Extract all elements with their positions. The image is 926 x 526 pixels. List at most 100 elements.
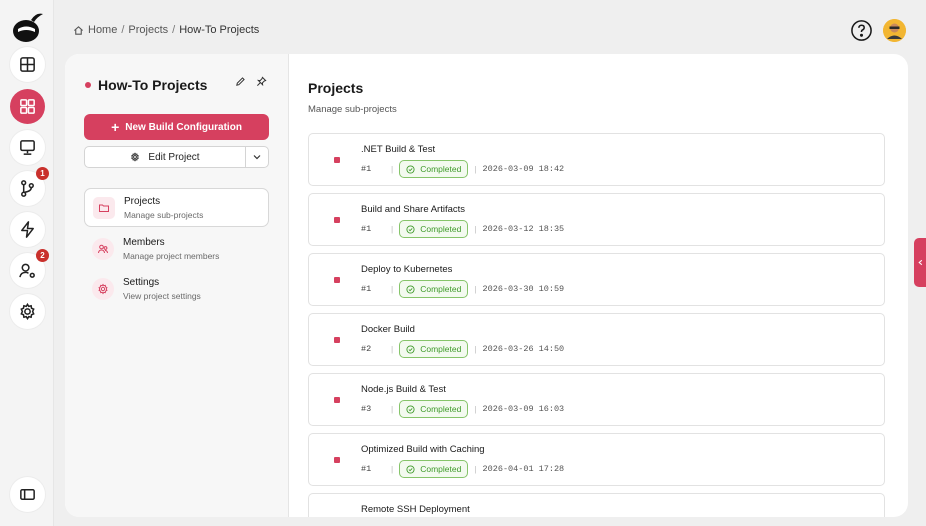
- nav-icon-wrap: [92, 277, 114, 300]
- git-branch-icon: [21, 180, 34, 197]
- status-label: Completed: [420, 224, 462, 234]
- divider: |: [391, 464, 394, 474]
- status-label: Completed: [420, 164, 462, 174]
- breadcrumb-projects[interactable]: Projects: [128, 24, 168, 36]
- divider: |: [474, 164, 477, 174]
- page-title: Projects: [308, 80, 364, 96]
- divider: |: [474, 344, 477, 354]
- user-notification-badge: 2: [36, 249, 49, 262]
- edit-project-group: Edit Project: [84, 146, 269, 168]
- timestamp: 2026-03-30 10:59: [482, 284, 565, 294]
- nav-text: Settings View project settings: [123, 277, 201, 301]
- projects-grid-icon: [20, 99, 35, 114]
- status-label: Completed: [420, 464, 462, 474]
- timestamp: 2026-03-09 18:42: [482, 164, 565, 174]
- check-circle-icon: [406, 224, 415, 234]
- status-badge: Completed: [399, 220, 469, 238]
- edit-pencil-icon[interactable]: [235, 76, 246, 87]
- list-item[interactable]: Build and Share Artifacts #1 | Completed…: [308, 193, 885, 246]
- nav-item-members[interactable]: Members Manage project members: [84, 229, 269, 268]
- app-logo-icon[interactable]: [9, 9, 45, 45]
- project-name: How-To Projects: [98, 77, 208, 93]
- sidebar-toggle-icon: [20, 488, 35, 501]
- nav-text: Members Manage project members: [123, 237, 219, 261]
- edit-project-button[interactable]: Edit Project: [85, 147, 246, 167]
- collapse-panel-tab[interactable]: [914, 238, 926, 287]
- nav-icon-wrap: [93, 196, 115, 219]
- nav-item-projects[interactable]: Projects Manage sub-projects: [84, 188, 269, 227]
- list-item[interactable]: Node.js Build & Test #3 | Completed | 20…: [308, 373, 885, 426]
- list-item[interactable]: Deploy to Kubernetes #1 | Completed | 20…: [308, 253, 885, 306]
- list-item[interactable]: Docker Build #2 | Completed | 2026-03-26…: [308, 313, 885, 366]
- run-number: #1: [361, 464, 372, 474]
- dashboard-icon: [20, 57, 35, 72]
- user-settings-rail-button[interactable]: 2: [10, 249, 49, 288]
- members-icon: [98, 244, 108, 253]
- status-label: Completed: [420, 404, 462, 414]
- item-meta: #1 | Completed | 2026-03-12 18:35: [361, 220, 564, 238]
- divider: |: [474, 284, 477, 294]
- run-number: #1: [361, 164, 372, 174]
- projects-rail-button[interactable]: [10, 89, 45, 124]
- divider: |: [474, 404, 477, 414]
- git-rail-button[interactable]: 1: [10, 167, 49, 206]
- item-name: Build and Share Artifacts: [361, 204, 466, 215]
- project-title: How-To Projects: [85, 77, 207, 93]
- list-item[interactable]: Remote SSH Deployment: [308, 493, 885, 517]
- item-name: Docker Build: [361, 324, 415, 335]
- edit-project-dropdown-button[interactable]: [246, 147, 268, 167]
- timestamp: 2026-03-12 18:35: [482, 224, 565, 234]
- list-item[interactable]: .NET Build & Test #1 | Completed | 2026-…: [308, 133, 885, 186]
- home-icon[interactable]: [73, 25, 84, 36]
- gear-icon: [20, 302, 35, 321]
- settings-rail-button[interactable]: [10, 294, 45, 329]
- dashboard-rail-button[interactable]: [10, 47, 45, 82]
- chevron-down-icon: [253, 155, 261, 160]
- status-marker: [334, 157, 340, 163]
- nav-sub: Manage project members: [123, 250, 220, 261]
- divider: |: [391, 344, 394, 354]
- divider: |: [391, 284, 394, 294]
- item-name: Optimized Build with Caching: [361, 444, 485, 455]
- status-badge: Completed: [399, 460, 469, 478]
- breadcrumb-separator: /: [172, 24, 176, 36]
- status-marker: [334, 457, 340, 463]
- item-meta: #3 | Completed | 2026-03-09 16:03: [361, 400, 564, 418]
- status-marker: [334, 277, 340, 283]
- breadcrumb: Home / Projects / How-To Projects: [73, 24, 259, 36]
- plus-icon: +: [111, 119, 120, 135]
- check-circle-icon: [406, 464, 415, 474]
- nav-icon-wrap: [92, 237, 114, 260]
- nav-sub: View project settings: [123, 290, 201, 301]
- list-item[interactable]: Optimized Build with Caching #1 | Comple…: [308, 433, 885, 486]
- item-meta: #2 | Completed | 2026-03-26 14:50: [361, 340, 564, 358]
- monitor-rail-button[interactable]: [10, 130, 45, 165]
- item-name: .NET Build & Test: [361, 144, 436, 155]
- breadcrumb-home[interactable]: Home: [88, 24, 117, 36]
- main-card: How-To Projects + New Build Configuratio…: [65, 54, 908, 517]
- timestamp: 2026-03-26 14:50: [482, 344, 565, 354]
- check-circle-icon: [406, 344, 415, 354]
- gear-icon: [98, 283, 108, 294]
- status-marker: [334, 337, 340, 343]
- avatar[interactable]: [883, 19, 906, 42]
- toggle-sidebar-button[interactable]: [10, 477, 45, 512]
- edit-project-label: Edit Project: [148, 151, 200, 163]
- timestamp: 2026-04-01 17:28: [482, 464, 565, 474]
- triggers-rail-button[interactable]: [10, 212, 45, 247]
- timestamp: 2026-03-09 16:03: [482, 404, 565, 414]
- nav-item-settings[interactable]: Settings View project settings: [84, 269, 269, 308]
- git-notification-badge: 1: [36, 167, 49, 180]
- pin-icon[interactable]: [256, 76, 267, 87]
- item-name: Remote SSH Deployment: [361, 504, 470, 515]
- divider: |: [391, 164, 394, 174]
- left-rail: 1 2: [0, 0, 54, 526]
- new-build-label: New Build Configuration: [125, 121, 242, 133]
- check-circle-icon: [406, 404, 415, 414]
- help-icon[interactable]: [850, 19, 873, 42]
- item-name: Node.js Build & Test: [361, 384, 446, 395]
- status-badge: Completed: [399, 280, 469, 298]
- new-build-configuration-button[interactable]: + New Build Configuration: [84, 114, 269, 140]
- item-name: Deploy to Kubernetes: [361, 264, 453, 275]
- user-settings-icon: [19, 263, 35, 278]
